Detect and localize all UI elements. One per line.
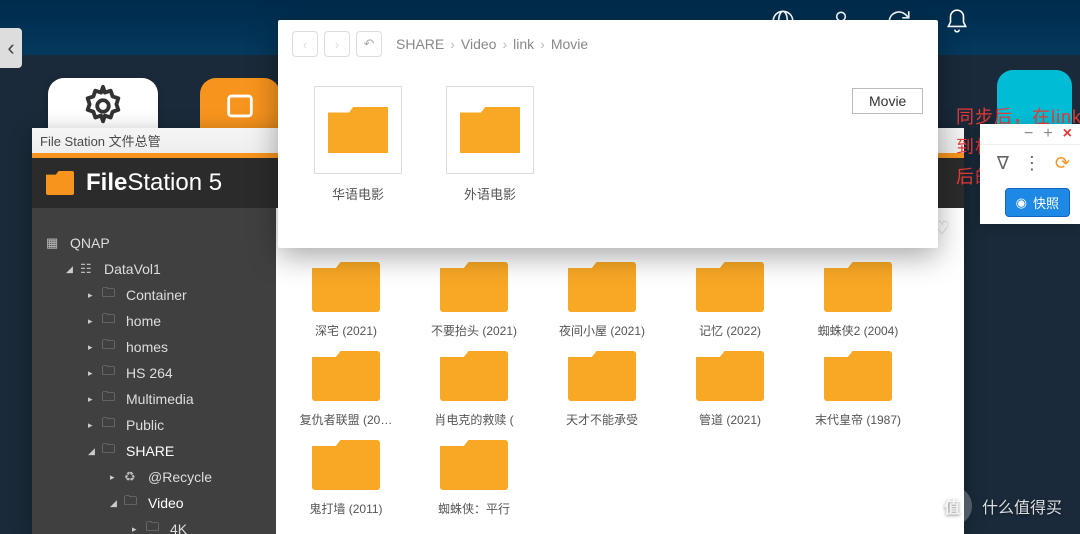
folder-item[interactable]: 外语电影 [446,86,534,203]
minimize-button[interactable]: − [1024,125,1033,143]
nav-back-button[interactable]: ‹ [292,31,318,57]
folder-item[interactable]: 肖电克的救赎 ( [424,351,524,428]
app-title: FileStation 5 [86,169,222,197]
nav-up-button[interactable]: ↶ [356,31,382,57]
folder-item[interactable]: 记忆 (2022) [680,262,780,339]
close-button[interactable]: × [1063,125,1072,143]
crumb[interactable]: link [513,36,534,52]
folder-icon [460,107,520,153]
tree-item-share[interactable]: ◢🗀SHARE [32,438,276,464]
folder-item[interactable]: 蜘蛛侠2 (2004) [808,262,908,339]
folder-icon [824,262,892,312]
tree-root[interactable]: ▦QNAP [32,230,276,256]
filter-icon[interactable]: ∇ [997,153,1009,174]
folder-item[interactable]: 复仇者联盟 (20… [296,351,396,428]
crumb[interactable]: SHARE [396,36,444,52]
folder-icon [440,440,508,490]
back-tab[interactable]: ‹ [0,28,22,68]
folder-icon [824,351,892,401]
secondary-window: − + × ∇ ⋮ ⟳ ◉快照 [980,124,1080,224]
folder-label: 外语电影 [464,184,516,203]
folder-item[interactable]: 天才不能承受 [552,351,652,428]
folder-item[interactable]: 鬼打墙 (2011) [296,440,396,517]
window-controls: − + × [980,124,1080,144]
folder-icon [312,351,380,401]
folder-label: 天才不能承受 [552,411,652,428]
content-pane: ‹ › ↶ SHARE› Video› link› Movie› 外语电影 ♡ … [276,208,964,534]
settings-app-icon[interactable] [48,78,158,134]
tree-item[interactable]: ▸🗀homes [32,334,276,360]
watermark-text: 什么值得买 [982,494,1062,518]
folder-label: 蜘蛛侠：平行 [424,500,524,517]
folder-item[interactable]: 末代皇帝 (1987) [808,351,908,428]
folder-icon [696,262,764,312]
tree-item[interactable]: ▸🗀Multimedia [32,386,276,412]
tree-video[interactable]: ◢🗀Video [32,490,276,516]
folder-icon [46,171,74,195]
more-icon[interactable]: ⋮ [1023,153,1041,174]
folder-item[interactable]: 蜘蛛侠：平行 [424,440,524,517]
folder-label: 管道 (2021) [680,411,780,428]
tree-item[interactable]: ▸🗀Container [32,282,276,308]
folder-item[interactable]: 夜间小屋 (2021) [552,262,652,339]
folder-label: 末代皇帝 (1987) [808,411,908,428]
bell-icon[interactable] [944,8,970,41]
folder-label: 蜘蛛侠2 (2004) [808,322,908,339]
folder-label: 肖电克的救赎 ( [424,411,524,428]
folder-label: 夜间小屋 (2021) [552,322,652,339]
folder-label: 深宅 (2021) [296,322,396,339]
folder-tree[interactable]: ▦QNAP ◢☷DataVol1 ▸🗀Container ▸🗀home ▸🗀ho… [32,208,276,534]
folder-icon [440,351,508,401]
snapshot-button[interactable]: ◉快照 [1005,188,1070,217]
folder-label: 华语电影 [332,184,384,203]
folder-grid[interactable]: 深宅 (2021) 不要抬头 (2021) 夜间小屋 (2021) 记忆 (2022)… [276,248,964,534]
tree-4k[interactable]: ▸🗀4K [32,516,276,534]
folder-label: 记忆 (2022) [680,322,780,339]
folder-label: 不要抬头 (2021) [424,322,524,339]
folder-icon [328,107,388,153]
watermark: 值 什么值得买 [932,486,1062,526]
folder-item[interactable]: 不要抬头 (2021) [424,262,524,339]
tree-item[interactable]: ▸🗀Public [32,412,276,438]
popup-grid[interactable]: 华语电影 外语电影 [278,62,938,227]
crumb[interactable]: Video [461,36,497,52]
tree-recycle[interactable]: ▸♻@Recycle [32,464,276,490]
nav-fwd-button[interactable]: › [324,31,350,57]
tooltip: Movie [852,88,923,114]
folder-label: 复仇者联盟 (20… [296,411,396,428]
folder-item[interactable]: 管道 (2021) [680,351,780,428]
folder-icon [568,351,636,401]
folder-icon [312,440,380,490]
refresh-icon[interactable]: ⟳ [1055,153,1070,174]
folder-label: 鬼打墙 (2011) [296,500,396,517]
popup-window: ‹ › ↶ SHARE› Video› link› Movie 华语电影 外语电… [278,20,938,248]
watermark-badge: 值 [932,486,972,526]
tree-item[interactable]: ▸🗀HS 264 [32,360,276,386]
tree-volume[interactable]: ◢☷DataVol1 [32,256,276,282]
folder-item[interactable]: 深宅 (2021) [296,262,396,339]
folder-icon [312,262,380,312]
folder-icon [568,262,636,312]
folder-icon [696,351,764,401]
folder-icon [440,262,508,312]
crumb-current[interactable]: Movie [551,36,588,52]
popup-breadcrumb: ‹ › ↶ SHARE› Video› link› Movie [278,20,938,62]
filestation-app-icon[interactable] [200,78,280,134]
tree-item[interactable]: ▸🗀home [32,308,276,334]
folder-item[interactable]: 华语电影 [314,86,402,203]
maximize-button[interactable]: + [1043,125,1052,143]
